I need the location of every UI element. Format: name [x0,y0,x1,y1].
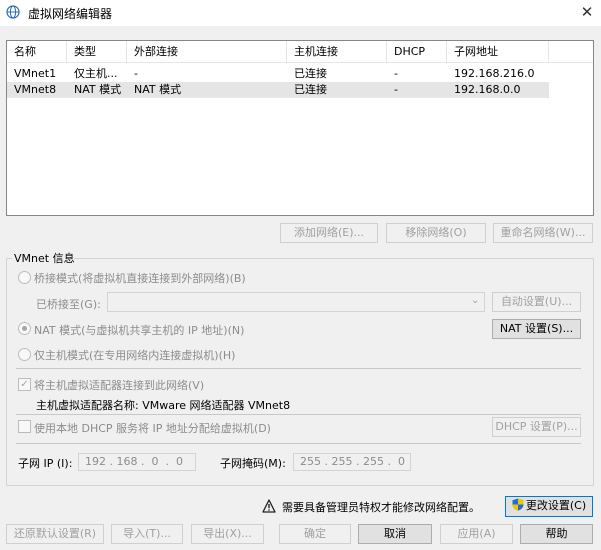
col-dhcp[interactable]: DHCP [387,41,447,63]
host-only-label: 仅主机模式(在专用网络内连接虚拟机)(H) [34,349,236,362]
title-bar: 虚拟网络编辑器 ✕ [0,0,601,26]
dhcp-settings-button[interactable]: DHCP 设置(P)... [492,417,581,437]
cell-external: NAT 模式 [134,83,182,96]
import-button[interactable]: 导入(T)... [111,524,183,544]
bridged-radio[interactable] [18,271,31,284]
connect-adapter-label: 将主机虚拟适配器连接到此网络(V) [34,379,205,392]
dhcp-checkbox[interactable] [18,420,31,433]
uac-shield-icon [512,498,524,511]
subnet-mask-input[interactable]: 255 . 255 . 255 . 0 [293,453,411,471]
bridged-to-label: 已桥接至(G): [36,298,101,311]
app-network-icon [6,5,20,19]
chevron-down-icon: ⌄ [471,295,480,306]
col-external[interactable]: 外部连接 [127,41,287,63]
group-border [6,485,594,486]
divider [16,368,581,369]
rename-network-button[interactable]: 重命名网络(W)... [493,223,593,243]
warning-icon [262,499,276,513]
col-type[interactable]: 类型 [67,41,127,63]
group-border [593,258,594,485]
ok-button[interactable]: 确定 [279,524,351,544]
subnet-ip-label: 子网 IP (I): [18,457,73,470]
group-border [74,258,594,259]
admin-notice: 需要具备管理员特权才能修改网络配置。 [282,501,480,514]
col-subnet[interactable]: 子网地址 [447,41,549,63]
cell-dhcp: - [394,67,398,80]
col-host[interactable]: 主机连接 [287,41,387,63]
col-name[interactable]: 名称 [7,41,67,63]
bridged-to-select[interactable] [107,292,485,312]
apply-button[interactable]: 应用(A) [440,524,513,544]
change-settings-button[interactable]: 更改设置(C) [505,496,593,517]
cell-name: VMnet1 [14,67,57,80]
connect-adapter-checkbox[interactable]: ✓ [18,378,31,391]
group-border [6,258,7,485]
cell-dhcp: - [394,83,398,96]
divider [16,443,581,444]
cell-name: VMnet8 [14,83,57,96]
nat-label: NAT 模式(与虚拟机共享主机的 IP 地址)(N) [34,324,245,337]
network-list[interactable]: 名称 类型 外部连接 主机连接 DHCP 子网地址 VMnet1 仅主机... … [6,40,594,216]
table-row[interactable]: VMnet1 仅主机... - 已连接 - 192.168.216.0 [7,66,549,82]
change-settings-label: 更改设置(C) [525,499,587,512]
host-only-radio[interactable] [18,348,31,361]
export-button[interactable]: 导出(X)... [191,524,264,544]
nat-radio[interactable] [18,322,31,335]
auto-settings-button[interactable]: 自动设置(U)... [492,292,581,312]
bridged-label: 桥接模式(将虚拟机直接连接到外部网络)(B) [34,272,246,285]
help-button[interactable]: 帮助 [520,524,593,544]
divider [16,414,581,415]
subnet-mask-label: 子网掩码(M): [220,457,286,470]
table-row[interactable]: VMnet8 NAT 模式 NAT 模式 已连接 - 192.168.0.0 [7,82,549,98]
cell-subnet: 192.168.216.0 [454,67,535,80]
restore-defaults-button[interactable]: 还原默认设置(R) [6,524,104,544]
list-header: 名称 类型 外部连接 主机连接 DHCP 子网地址 [7,41,593,63]
cell-subnet: 192.168.0.0 [454,83,521,96]
cell-host: 已连接 [294,67,327,80]
adapter-name-label: 主机虚拟适配器名称: VMware 网络适配器 VMnet8 [36,399,291,412]
vmnet-info-title: VMnet 信息 [14,252,75,265]
nat-settings-button[interactable]: NAT 设置(S)... [492,319,581,339]
cell-host: 已连接 [294,83,327,96]
close-icon[interactable]: ✕ [576,2,598,22]
subnet-ip-input[interactable]: 192 . 168 . 0 . 0 [78,453,196,471]
cell-type: 仅主机... [74,67,118,80]
cell-external: - [134,67,138,80]
add-network-button[interactable]: 添加网络(E)... [280,223,378,243]
remove-network-button[interactable]: 移除网络(O) [386,223,486,243]
dhcp-label: 使用本地 DHCP 服务将 IP 地址分配给虚拟机(D) [34,422,271,435]
cancel-button[interactable]: 取消 [358,524,432,544]
window-title: 虚拟网络编辑器 [28,7,113,21]
cell-type: NAT 模式 [74,83,122,96]
